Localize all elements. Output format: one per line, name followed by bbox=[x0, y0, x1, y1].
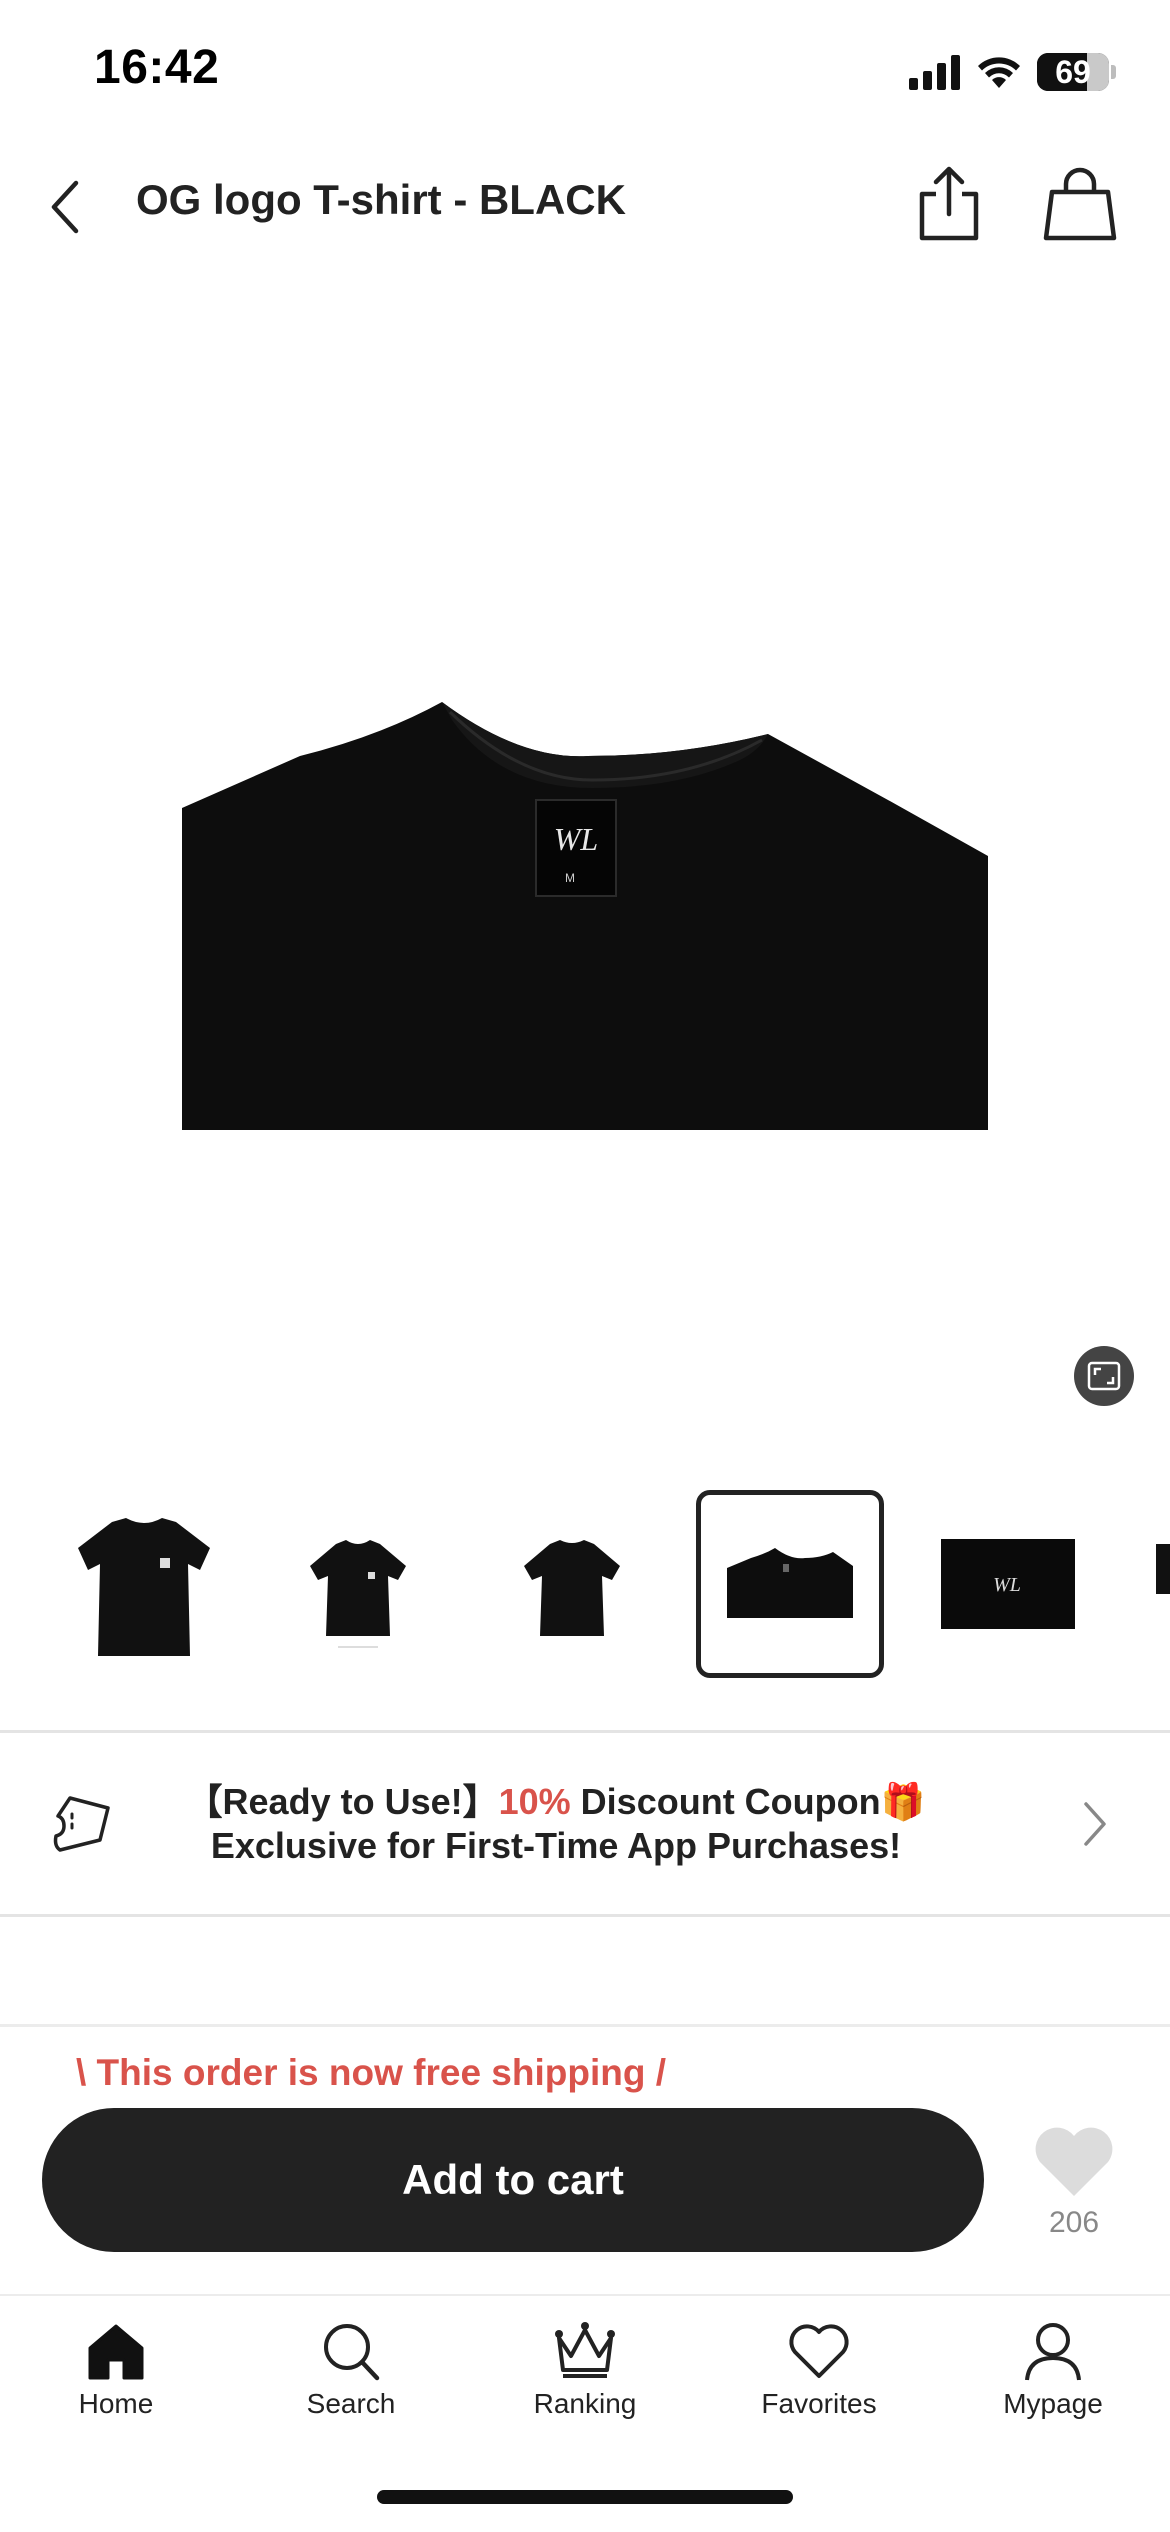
favorite-button[interactable] bbox=[1032, 2124, 1116, 2200]
label-size: M bbox=[565, 871, 575, 885]
chevron-right-icon bbox=[1084, 1802, 1106, 1846]
coupon-icon bbox=[50, 1790, 118, 1858]
coupon-highlight: 10% bbox=[498, 1781, 571, 1822]
nav-favorites[interactable]: Favorites bbox=[739, 2320, 899, 2430]
tshirt-label-thumb: WL bbox=[941, 1539, 1075, 1629]
battery-tip bbox=[1111, 65, 1116, 79]
cellular-signal-icon bbox=[909, 55, 960, 90]
tshirt-collar-thumb bbox=[727, 1548, 853, 1618]
nav-ranking-label: Ranking bbox=[533, 2388, 637, 2419]
heart-outline-icon bbox=[789, 2324, 849, 2378]
back-button[interactable] bbox=[38, 170, 92, 244]
add-to-cart-button[interactable]: Add to cart bbox=[42, 2108, 984, 2252]
gift-icon: 🎁 bbox=[880, 1781, 926, 1822]
nav-search[interactable]: Search bbox=[271, 2320, 431, 2430]
tshirt-front-thumb bbox=[78, 1518, 210, 1656]
nav-favorites-label: Favorites bbox=[761, 2388, 877, 2419]
chevron-left-icon bbox=[51, 180, 79, 234]
coupon-text: 【Ready to Use!】10% Discount Coupon🎁 Excl… bbox=[136, 1780, 976, 1868]
divider bbox=[0, 1730, 1170, 1733]
heart-icon bbox=[1035, 2127, 1113, 2196]
home-icon bbox=[88, 2324, 144, 2380]
battery-percent: 69 bbox=[1055, 53, 1091, 90]
status-icons: 69 bbox=[909, 50, 1116, 94]
share-button[interactable] bbox=[912, 164, 986, 244]
coupon-chevron[interactable] bbox=[1074, 1798, 1114, 1850]
thumbnail-4-selected[interactable] bbox=[696, 1490, 884, 1678]
search-icon bbox=[324, 2324, 380, 2381]
coupon-prefix: 【Ready to Use!】 bbox=[186, 1781, 499, 1822]
wifi-icon bbox=[978, 57, 1020, 88]
thumbnail-2[interactable] bbox=[264, 1490, 452, 1678]
svg-text:WL: WL bbox=[993, 1574, 1021, 1596]
page-title: OG logo T-shirt - BLACK bbox=[136, 176, 626, 223]
cart-button[interactable] bbox=[1040, 166, 1120, 244]
shopping-bag-icon bbox=[1043, 167, 1117, 241]
share-icon bbox=[919, 166, 979, 241]
free-shipping-notice: \ This order is now free shipping / bbox=[76, 2052, 667, 2093]
nav-mypage-label: Mypage bbox=[1003, 2388, 1103, 2419]
user-icon bbox=[1025, 2323, 1081, 2381]
nav-home[interactable]: Home bbox=[36, 2320, 196, 2430]
divider bbox=[0, 2294, 1170, 2296]
favorites-count: 206 bbox=[1048, 2206, 1100, 2239]
tshirt-image: WL M bbox=[182, 702, 988, 1130]
thumbnail-1[interactable] bbox=[50, 1490, 238, 1678]
tshirt-back-small-thumb bbox=[524, 1540, 620, 1636]
thumbnail-3[interactable] bbox=[478, 1490, 666, 1678]
battery-icon: 69 bbox=[1037, 53, 1109, 91]
divider bbox=[0, 1914, 1170, 1917]
nav-ranking[interactable]: Ranking bbox=[505, 2320, 665, 2430]
expand-icon bbox=[1087, 1361, 1121, 1391]
expand-button[interactable] bbox=[1074, 1346, 1134, 1406]
status-time: 16:42 bbox=[94, 41, 220, 94]
coupon-suffix: Discount Coupon bbox=[570, 1781, 881, 1822]
tshirt-front-small-thumb bbox=[310, 1540, 406, 1648]
nav-home-label: Home bbox=[78, 2388, 154, 2419]
home-indicator[interactable] bbox=[377, 2490, 793, 2504]
nav-mypage[interactable]: Mypage bbox=[973, 2320, 1133, 2430]
thumbnail-5[interactable]: WL bbox=[914, 1490, 1102, 1678]
crown-icon bbox=[555, 2322, 615, 2378]
product-main-image[interactable]: WL M bbox=[0, 280, 1170, 1420]
nav-search-label: Search bbox=[306, 2388, 396, 2419]
label-logo: WL bbox=[554, 821, 598, 857]
thumbnail-6-partial[interactable] bbox=[1156, 1544, 1170, 1594]
divider bbox=[0, 2024, 1170, 2027]
coupon-line2: Exclusive for First-Time App Purchases! bbox=[210, 1825, 902, 1866]
